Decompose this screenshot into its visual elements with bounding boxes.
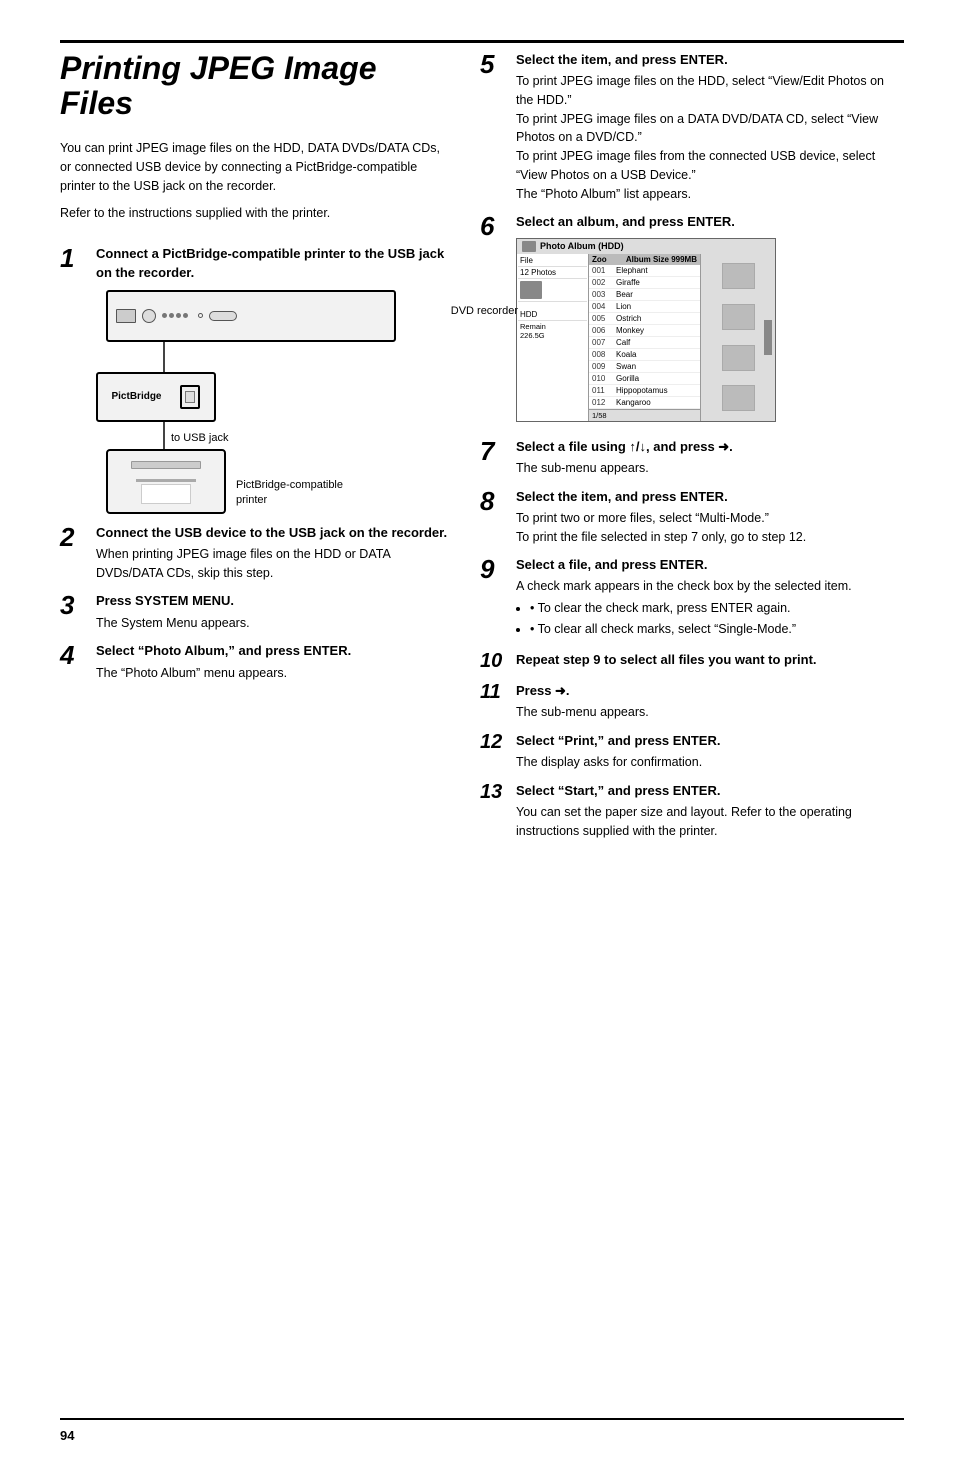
- album-list-row: 008Koala: [589, 349, 700, 361]
- album-list: 001Elephant002Giraffe003Bear004Lion005Os…: [589, 265, 700, 409]
- step-13-number: 13: [480, 782, 508, 802]
- step-12-number: 12: [480, 732, 508, 752]
- step-8-title: Select the item, and press ENTER.: [516, 488, 806, 506]
- pictbridge-box: PictBridge: [96, 372, 216, 422]
- step-2-body: When printing JPEG image files on the HD…: [96, 545, 450, 583]
- step-4-body: The “Photo Album” menu appears.: [96, 664, 351, 683]
- step-7-body: The sub-menu appears.: [516, 459, 733, 478]
- step-3-body: The System Menu appears.: [96, 614, 250, 633]
- step-8-number: 8: [480, 488, 508, 514]
- page-title: Printing JPEG Image Files: [60, 51, 450, 121]
- step-9-body: A check mark appears in the check box by…: [516, 577, 852, 638]
- album-hdd: HDD: [518, 302, 587, 321]
- top-rule: [60, 40, 904, 43]
- album-list-row: 007Calf: [589, 337, 700, 349]
- album-list-row: 009Swan: [589, 361, 700, 373]
- album-remain: Remain226.5G: [518, 321, 587, 341]
- step-12: 12 Select “Print,” and press ENTER. The …: [480, 732, 904, 772]
- step-3: 3 Press SYSTEM MENU. The System Menu app…: [60, 592, 450, 632]
- step-6: 6 Select an album, and press ENTER. Phot…: [480, 213, 904, 427]
- album-list-row: 010Gorilla: [589, 373, 700, 385]
- printer-diagram: PictBridge-compatibleprinter: [106, 449, 226, 514]
- album-list-row: 011Hippopotamus: [589, 385, 700, 397]
- step-1-number: 1: [60, 245, 88, 271]
- album-title: Photo Album (HDD): [540, 241, 624, 251]
- step-9-title: Select a file, and press ENTER.: [516, 556, 852, 574]
- step-4: 4 Select “Photo Album,” and press ENTER.…: [60, 642, 450, 682]
- step-2: 2 Connect the USB device to the USB jack…: [60, 524, 450, 583]
- printer-label: PictBridge-compatibleprinter: [236, 478, 366, 509]
- album-screenshot: Photo Album (HDD) File 12 Photos: [516, 238, 776, 422]
- step-4-number: 4: [60, 642, 88, 668]
- album-list-row: 003Bear: [589, 289, 700, 301]
- album-sidebar-file: File: [520, 256, 533, 265]
- step-13-title: Select “Start,” and press ENTER.: [516, 782, 904, 800]
- step-3-title: Press SYSTEM MENU.: [96, 592, 250, 610]
- step-2-title: Connect the USB device to the USB jack o…: [96, 524, 450, 542]
- album-list-row: 004Lion: [589, 301, 700, 313]
- step-11-title: Press ➜.: [516, 682, 649, 700]
- step-10: 10 Repeat step 9 to select all files you…: [480, 651, 904, 672]
- left-column: Printing JPEG Image Files You can print …: [60, 51, 450, 1418]
- step-8: 8 Select the item, and press ENTER. To p…: [480, 488, 904, 547]
- step-8-body: To print two or more files, select “Mult…: [516, 509, 806, 547]
- step-9-number: 9: [480, 556, 508, 582]
- step-11-number: 11: [480, 682, 508, 702]
- cable-1: [163, 342, 165, 372]
- usb-jack-label: to USB jack: [171, 432, 228, 444]
- step-1-title: Connect a PictBridge-compatible printer …: [96, 245, 450, 281]
- step-1: 1 Connect a PictBridge-compatible printe…: [60, 245, 450, 513]
- pictbridge-label: PictBridge: [111, 391, 161, 402]
- album-12photos: 12 Photos: [518, 267, 587, 279]
- step-5-body: To print JPEG image files on the HDD, se…: [516, 72, 904, 203]
- album-page-indicator: 1/58: [592, 411, 607, 420]
- step-11: 11 Press ➜. The sub-menu appears.: [480, 682, 904, 722]
- album-name: Zoo: [592, 255, 607, 264]
- step-13: 13 Select “Start,” and press ENTER. You …: [480, 782, 904, 841]
- step-12-title: Select “Print,” and press ENTER.: [516, 732, 720, 750]
- album-list-row: 006Monkey: [589, 325, 700, 337]
- step-10-number: 10: [480, 651, 508, 671]
- step-6-title: Select an album, and press ENTER.: [516, 213, 776, 231]
- step-7: 7 Select a file using ↑/↓, and press ➜. …: [480, 438, 904, 478]
- step-7-number: 7: [480, 438, 508, 464]
- step-4-title: Select “Photo Album,” and press ENTER.: [96, 642, 351, 660]
- step-3-number: 3: [60, 592, 88, 618]
- album-list-row: 002Giraffe: [589, 277, 700, 289]
- intro-paragraph-1: You can print JPEG image files on the HD…: [60, 139, 450, 195]
- step-13-body: You can set the paper size and layout. R…: [516, 803, 904, 841]
- step-11-body: The sub-menu appears.: [516, 703, 649, 722]
- step-9-bullet-2: • To clear all check marks, select “Sing…: [530, 620, 852, 639]
- step-10-title: Repeat step 9 to select all files you wa…: [516, 651, 817, 669]
- album-list-row: 005Ostrich: [589, 313, 700, 325]
- step-12-body: The display asks for confirmation.: [516, 753, 720, 772]
- step-9-bullet-1: • To clear the check mark, press ENTER a…: [530, 599, 852, 618]
- dvd-recorder-diagram: [106, 290, 396, 342]
- step-6-number: 6: [480, 213, 508, 239]
- step-5-number: 5: [480, 51, 508, 77]
- bottom-rule: [60, 1418, 904, 1420]
- step-5: 5 Select the item, and press ENTER. To p…: [480, 51, 904, 203]
- step-9: 9 Select a file, and press ENTER. A chec…: [480, 556, 904, 640]
- album-list-row: 001Elephant: [589, 265, 700, 277]
- right-column: 5 Select the item, and press ENTER. To p…: [480, 51, 904, 1418]
- album-list-row: 012Kangaroo: [589, 397, 700, 409]
- page-number: 94: [60, 1428, 904, 1443]
- dvd-recorder-label: DVD recorder: [451, 305, 518, 317]
- step-7-title: Select a file using ↑/↓, and press ➜.: [516, 438, 733, 456]
- step-5-title: Select the item, and press ENTER.: [516, 51, 904, 69]
- intro-paragraph-2: Refer to the instructions supplied with …: [60, 204, 450, 223]
- album-size: Album Size 999MB: [626, 255, 697, 264]
- step-2-number: 2: [60, 524, 88, 550]
